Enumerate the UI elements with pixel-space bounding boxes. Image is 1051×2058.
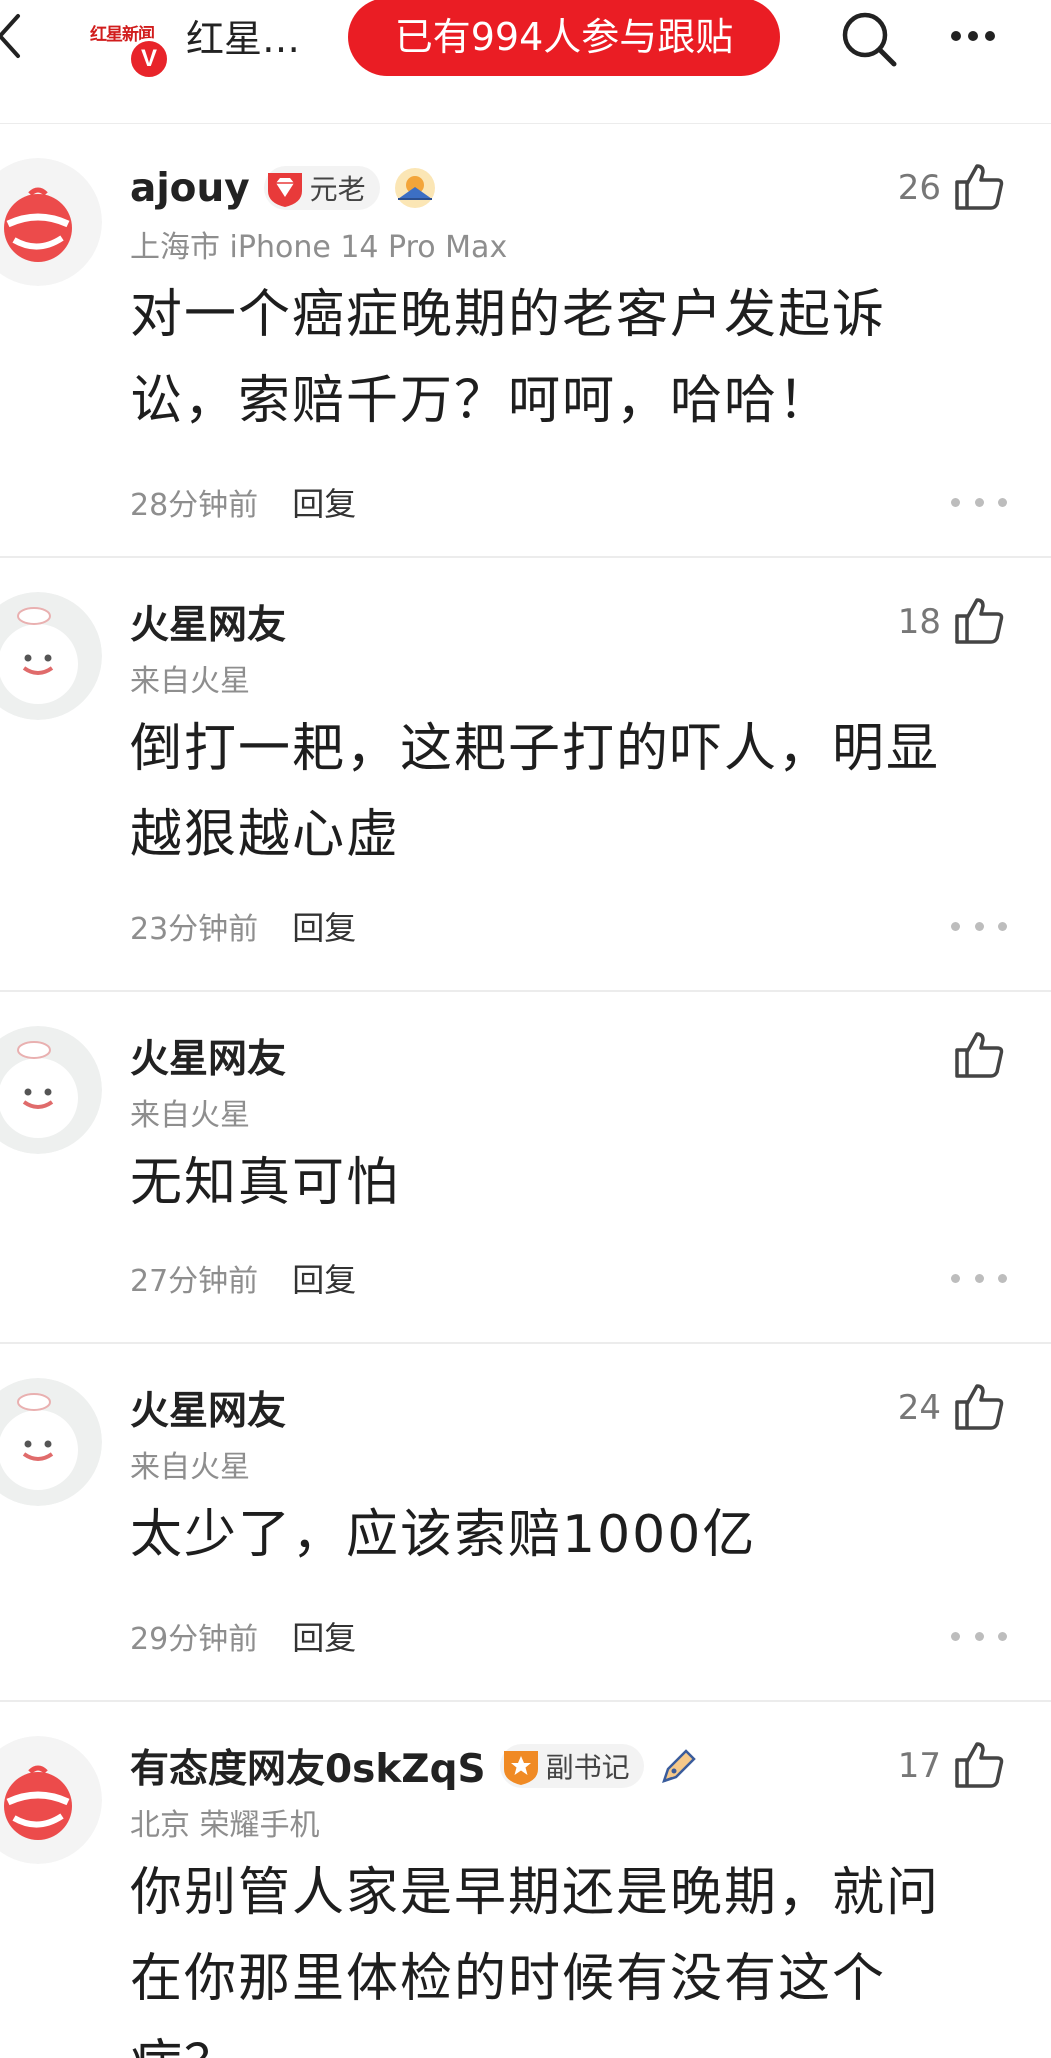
like-count: 24 xyxy=(897,1388,941,1428)
avatar-red-icon[interactable] xyxy=(0,158,102,286)
comment-footer: 28分钟前 回复 xyxy=(130,480,356,524)
comment-author-row: 火星网友 xyxy=(130,1380,286,1436)
search-icon[interactable] xyxy=(838,8,900,70)
comment-author-row: 火星网友 xyxy=(130,1028,286,1084)
comment-time: 29分钟前 xyxy=(130,1622,259,1657)
user-name[interactable]: 火星网友 xyxy=(130,1028,286,1084)
like-count: 18 xyxy=(897,602,941,642)
location-device: 来自火星 xyxy=(130,1450,250,1485)
diamond-badge-icon xyxy=(267,173,302,207)
comment-time: 28分钟前 xyxy=(130,488,259,523)
comment-more-icon[interactable] xyxy=(951,1626,1007,1646)
rank-badge[interactable]: 元老 xyxy=(263,166,380,210)
thumbs-up-icon[interactable] xyxy=(951,158,1007,214)
user-name[interactable]: ajouy xyxy=(130,166,250,211)
comment-author-row: 火星网友 xyxy=(130,594,286,650)
pen-badge-icon[interactable] xyxy=(656,1743,702,1789)
like-count: 17 xyxy=(897,1746,941,1786)
comment-more-icon[interactable] xyxy=(951,492,1007,512)
reply-button[interactable]: 回复 xyxy=(292,903,356,949)
user-name[interactable]: 火星网友 xyxy=(130,594,286,650)
like-count: 26 xyxy=(897,168,941,208)
comment-author-row: 有态度网友0skZqS 副书记 xyxy=(130,1738,702,1794)
location-device: 来自火星 xyxy=(130,664,250,699)
sunrise-badge-icon[interactable] xyxy=(392,165,438,211)
channel-name[interactable]: 红星… xyxy=(186,14,300,64)
thumbs-up-icon[interactable] xyxy=(951,1026,1007,1082)
comment-text: 你别管人家是早期还是晚期，就问在你那里体检的时候有没有这个病？ xyxy=(130,1863,941,2058)
comment-item: 火星网友 来自火星 无知真可怕 27分钟前 回复 xyxy=(0,992,1051,1344)
avatar-white-icon[interactable] xyxy=(0,592,102,720)
reply-button[interactable]: 回复 xyxy=(292,1613,356,1659)
user-name[interactable]: 有态度网友0skZqS xyxy=(130,1738,486,1794)
more-horizontal-icon[interactable] xyxy=(948,14,998,58)
thumbs-up-icon[interactable] xyxy=(951,1378,1007,1434)
comment-more-icon[interactable] xyxy=(951,1268,1007,1288)
avatar-white-icon[interactable] xyxy=(0,1026,102,1154)
comment-item: 火星网友 来自火星 24 太少了，应该索赔1000亿 29分钟前 回复 xyxy=(0,1344,1051,1702)
comment-footer: 23分钟前 回复 xyxy=(130,904,356,948)
comment-item: 火星网友 来自火星 18 倒打一耙，这耙子打的吓人，明显越狠越心虚 23分钟前 … xyxy=(0,558,1051,992)
rank-badge-label: 副书记 xyxy=(545,1751,630,1784)
avatar-red-icon[interactable] xyxy=(0,1736,102,1864)
star-badge-icon xyxy=(503,1751,538,1785)
comment-time: 23分钟前 xyxy=(130,912,259,947)
back-arrow-icon[interactable] xyxy=(0,4,36,76)
location-device: 来自火星 xyxy=(130,1098,250,1133)
comment-text: 太少了，应该索赔1000亿 xyxy=(130,1505,757,1565)
avatar-white-icon[interactable] xyxy=(0,1378,102,1506)
reply-button[interactable]: 回复 xyxy=(292,479,356,525)
channel-logo[interactable]: 红星新闻 V xyxy=(86,14,170,80)
user-name[interactable]: 火星网友 xyxy=(130,1380,286,1436)
reply-button[interactable]: 回复 xyxy=(292,1255,356,1301)
thumbs-up-icon[interactable] xyxy=(951,1736,1007,1792)
comment-item: ajouy 元老 上海市 iPhone 14 Pro Max 26 对一个癌症晚… xyxy=(0,124,1051,558)
comment-text: 无知真可怕 xyxy=(130,1153,401,1213)
comment-more-icon[interactable] xyxy=(951,916,1007,936)
comment-time: 27分钟前 xyxy=(130,1264,259,1299)
participants-pill-button[interactable]: 已有994人参与跟贴 xyxy=(348,0,780,76)
comment-text: 对一个癌症晚期的老客户发起诉讼，索赔千万？呵呵，哈哈！ xyxy=(130,285,887,431)
rank-badge-label: 元老 xyxy=(309,173,366,206)
verified-v-badge: V xyxy=(128,38,170,80)
comment-footer: 29分钟前 回复 xyxy=(130,1614,356,1658)
location-device: 北京 荣耀手机 xyxy=(130,1808,320,1843)
comment-text: 倒打一耙，这耙子打的吓人，明显越狠越心虚 xyxy=(130,719,941,865)
thumbs-up-icon[interactable] xyxy=(951,592,1007,648)
top-navigation-bar: 红星新闻 V 红星… 已有994人参与跟贴 xyxy=(0,0,1051,124)
location-device: 上海市 iPhone 14 Pro Max xyxy=(130,230,508,265)
comment-author-row: ajouy 元老 xyxy=(130,160,438,216)
rank-badge[interactable]: 副书记 xyxy=(499,1744,644,1788)
comment-item: 有态度网友0skZqS 副书记 北京 荣耀手机 17 你别管人家是早期还是晚期，… xyxy=(0,1702,1051,2058)
comment-footer: 27分钟前 回复 xyxy=(130,1256,356,1300)
